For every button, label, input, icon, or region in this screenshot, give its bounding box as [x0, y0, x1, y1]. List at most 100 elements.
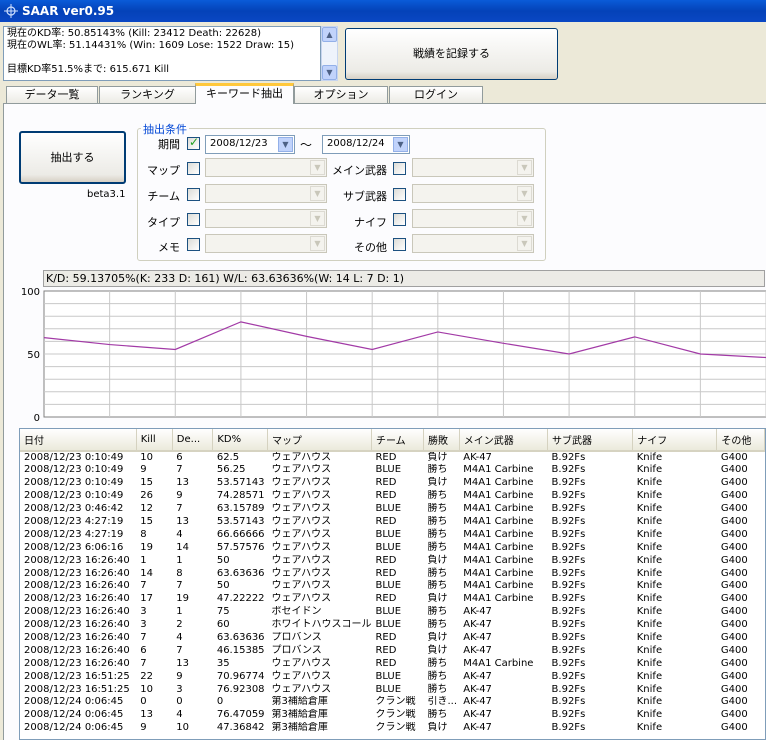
type-filter-checkbox[interactable] [187, 213, 200, 226]
table-cell: Knife [636, 464, 663, 476]
sub-weapon-filter-select[interactable]: ▼ [412, 184, 534, 203]
map-filter-checkbox[interactable] [187, 162, 200, 175]
table-cell: G400 [720, 567, 748, 579]
sub-weapon-filter-checkbox[interactable] [393, 188, 406, 201]
tab-data-list[interactable]: データ一覧 [6, 86, 98, 103]
table-row[interactable]: 2008/12/23 0:10:49 15 13 53.57143 ウェアハウス RED 負… [20, 477, 765, 490]
scroll-down-icon[interactable]: ▼ [322, 65, 337, 80]
column-header[interactable]: チーム [371, 429, 425, 452]
table-row[interactable]: 2008/12/23 16:51:25 10 3 76.92308 ウェアハウス BLUE… [20, 683, 765, 696]
date-from-select[interactable]: 2008/12/23 ▼ [205, 135, 295, 154]
column-header[interactable]: ナイフ [632, 429, 718, 452]
extract-button[interactable]: 抽出する [19, 131, 126, 184]
table-row[interactable]: 2008/12/23 16:26:40 17 19 47.22222 ウェアハウス RED… [20, 593, 765, 606]
table-body: 2008/12/23 0:10:49 10 6 62.5 ウェアハウス RED 負け AK-4… [20, 451, 765, 735]
scroll-up-icon[interactable]: ▲ [322, 27, 337, 42]
table-row[interactable]: 2008/12/23 0:10:49 26 9 74.28571 ウェアハウス RED 勝ち… [20, 490, 765, 503]
column-header[interactable]: 日付 [20, 429, 137, 452]
table-cell: 2 [176, 619, 183, 631]
table-cell: B.92Fs [551, 722, 586, 734]
status-scrollbar[interactable]: ▲ ▼ [321, 26, 338, 81]
column-header[interactable]: Kill [136, 429, 173, 452]
table-cell: 勝ち [427, 619, 448, 631]
table-cell: 13 [176, 516, 190, 527]
knife-filter-label: ナイフ [354, 216, 387, 229]
memo-filter-checkbox[interactable] [187, 238, 200, 251]
table-row[interactable]: 2008/12/23 4:27:19 8 4 66.66666 ウェアハウス BLUE 勝ち… [20, 528, 765, 541]
table-cell: ウェアハウス [271, 452, 332, 463]
table-cell: BLUE [375, 580, 402, 592]
map-filter-select[interactable]: ▼ [205, 158, 327, 177]
team-filter-checkbox[interactable] [187, 188, 200, 201]
chevron-down-icon[interactable]: ▼ [310, 236, 325, 251]
table-cell: 60 [216, 619, 230, 631]
chevron-down-icon[interactable]: ▼ [310, 160, 325, 175]
column-header[interactable]: メイン武器 [459, 429, 549, 452]
tab-keyword-extract[interactable]: キーワード抽出 [195, 83, 294, 104]
table-cell: ウェアハウス [271, 516, 332, 527]
other-filter-select[interactable]: ▼ [412, 234, 534, 253]
knife-filter-select[interactable]: ▼ [412, 209, 534, 228]
table-cell: BLUE [375, 619, 402, 631]
column-header[interactable]: KD% [212, 429, 268, 452]
table-cell: B.92Fs [551, 644, 586, 656]
column-header[interactable]: 勝敗 [423, 429, 460, 452]
tab-options[interactable]: オプション [294, 86, 388, 103]
type-filter-select[interactable]: ▼ [205, 209, 327, 228]
knife-filter-checkbox[interactable] [393, 213, 406, 226]
table-row[interactable]: 2008/12/23 6:06:16 19 14 57.57576 ウェアハウス BLUE… [20, 541, 765, 554]
table-row[interactable]: 2008/12/23 16:26:40 1 1 50 ウェアハウス RED 負け M4A1 C… [20, 554, 765, 567]
table-cell: 9 [140, 722, 147, 734]
memo-filter-select[interactable]: ▼ [205, 234, 327, 253]
table-row[interactable]: 2008/12/23 16:26:40 7 4 63.63636 プロバンス RED 負け A… [20, 632, 765, 645]
chevron-down-icon[interactable]: ▼ [517, 160, 532, 175]
table-row[interactable]: 2008/12/24 0:06:45 9 10 47.36842 第3補給倉庫 クラン戦負… [20, 722, 765, 735]
chevron-down-icon[interactable]: ▼ [517, 211, 532, 226]
table-row[interactable]: 2008/12/23 16:26:40 14 8 63.63636 ウェアハウス RED 勝… [20, 567, 765, 580]
table-row[interactable]: 2008/12/23 16:26:40 7 13 35 ウェアハウス RED 勝ち M4A1 … [20, 657, 765, 670]
period-checkbox[interactable]: ✓ [187, 135, 200, 150]
table-row[interactable]: 2008/12/23 0:46:42 12 7 63.15789 ウェアハウス BLUE 勝… [20, 503, 765, 516]
table-cell: ウェアハウス [271, 503, 332, 515]
column-header[interactable]: マップ [267, 429, 372, 452]
record-stats-button[interactable]: 戦績を記録する [345, 28, 558, 80]
table-cell: Knife [636, 619, 663, 631]
chevron-down-icon[interactable]: ▼ [310, 186, 325, 201]
table-cell: 46.15385 [216, 644, 265, 656]
column-header[interactable]: その他 [716, 429, 765, 452]
chevron-down-icon[interactable]: ▼ [393, 137, 408, 152]
team-filter-select[interactable]: ▼ [205, 184, 327, 203]
column-header[interactable]: サブ武器 [547, 429, 634, 452]
table-cell: AK-47 [463, 619, 492, 631]
table-row[interactable]: 2008/12/23 16:51:25 22 9 70.96774 ウェアハウス BLUE… [20, 670, 765, 683]
status-text-box[interactable]: 現在のKD率: 50.85143% (Kill: 23412 Death: 22… [3, 26, 321, 81]
table-row[interactable]: 2008/12/24 0:06:45 13 4 76.47059 第3補給倉庫 クラン戦勝… [20, 709, 765, 722]
table-row[interactable]: 2008/12/23 16:26:40 3 2 60 ホワイトハウスコール BLUE 勝ち A… [20, 619, 765, 632]
table-row[interactable]: 2008/12/23 4:27:19 15 13 53.57143 ウェアハウス RED 勝… [20, 516, 765, 529]
other-filter-checkbox[interactable] [393, 238, 406, 251]
table-row[interactable]: 2008/12/23 16:26:40 6 7 46.15385 プロバンス RED 負け A… [20, 644, 765, 657]
table-cell: M4A1 Carbine [463, 528, 534, 540]
table-cell: 74.28571 [216, 490, 265, 502]
chevron-down-icon[interactable]: ▼ [517, 236, 532, 251]
table-cell: 7 [176, 464, 183, 476]
table-row[interactable]: 2008/12/23 16:26:40 3 1 75 ポセイドン BLUE 勝ち AK-47 B… [20, 606, 765, 619]
match-table-grid: 日付 Kill De... KD% マップ チーム 勝敗 メイン武器 サブ武器 ナイフ その他 20… [20, 429, 765, 735]
main-weapon-filter-select[interactable]: ▼ [412, 158, 534, 177]
table-row[interactable]: 2008/12/23 16:26:40 7 7 50 ウェアハウス BLUE 勝ち M4A1 … [20, 580, 765, 593]
table-cell: 1 [140, 554, 147, 566]
table-cell: RED [375, 644, 397, 656]
chevron-down-icon[interactable]: ▼ [278, 137, 293, 152]
chevron-down-icon[interactable]: ▼ [517, 186, 532, 201]
match-table[interactable]: 日付 Kill De... KD% マップ チーム 勝敗 メイン武器 サブ武器 ナイフ その他 20… [19, 428, 766, 740]
column-header[interactable]: De... [172, 429, 214, 452]
table-cell: M4A1 Carbine [463, 657, 534, 669]
tab-login[interactable]: ログイン [389, 86, 483, 103]
date-to-select[interactable]: 2008/12/24 ▼ [322, 135, 410, 154]
table-row[interactable]: 2008/12/23 0:10:49 10 6 62.5 ウェアハウス RED 負け AK-4… [20, 451, 765, 464]
main-weapon-filter-checkbox[interactable] [393, 162, 406, 175]
table-row[interactable]: 2008/12/24 0:06:45 0 0 0 第3補給倉庫 クラン戦 引き... AK-4… [20, 696, 765, 709]
chevron-down-icon[interactable]: ▼ [310, 211, 325, 226]
table-row[interactable]: 2008/12/23 0:10:49 9 7 56.25 ウェアハウス BLUE 勝ち M4A… [20, 464, 765, 477]
tab-ranking[interactable]: ランキング [99, 86, 196, 103]
